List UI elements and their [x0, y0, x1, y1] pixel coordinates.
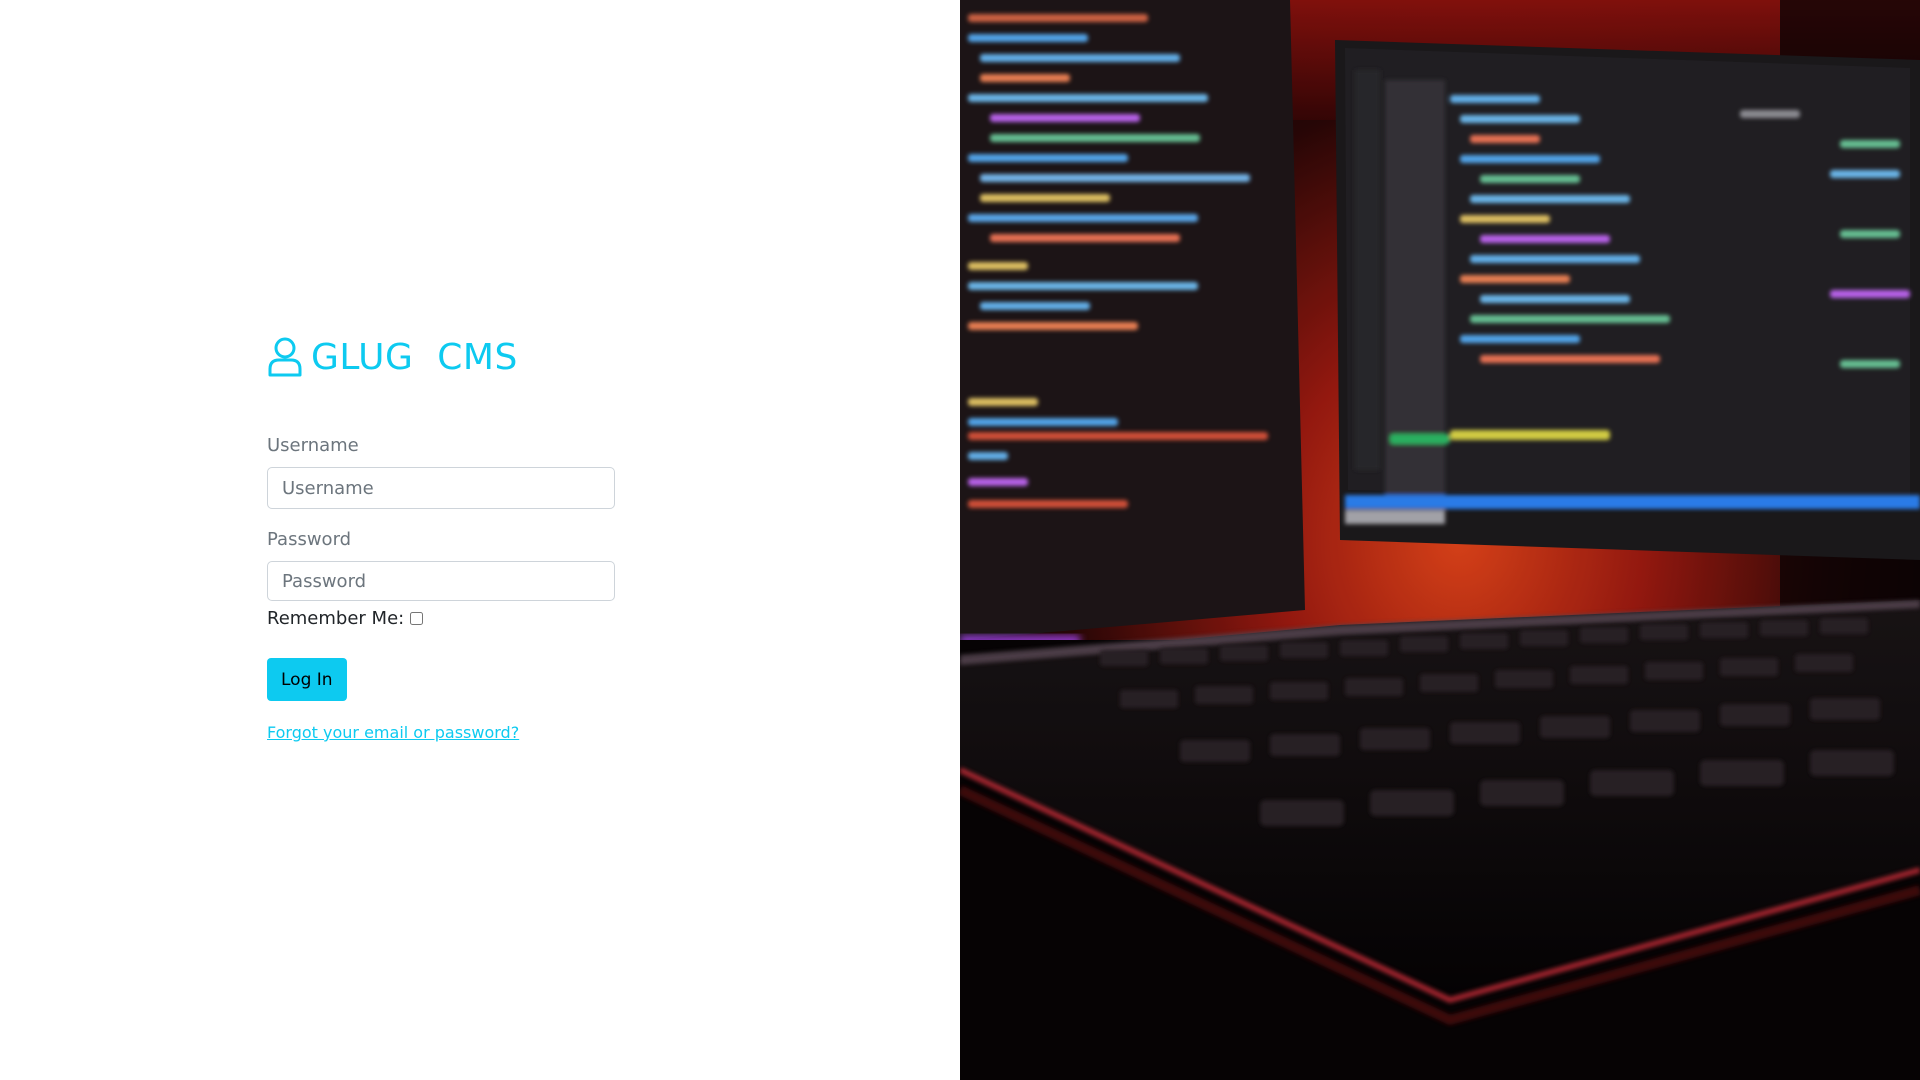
- remember-me-label: Remember Me:: [267, 607, 405, 629]
- remember-me-checkbox[interactable]: [410, 611, 424, 625]
- password-input[interactable]: [267, 561, 615, 601]
- hero-photo: [960, 0, 1920, 1080]
- username-input[interactable]: [267, 467, 615, 509]
- login-page: GLUG CMS Username Password Remember Me: …: [0, 0, 1920, 1080]
- login-button[interactable]: Log In: [267, 658, 347, 701]
- login-panel: GLUG CMS Username Password Remember Me: …: [0, 0, 960, 1080]
- login-form: GLUG CMS Username Password Remember Me: …: [267, 332, 615, 742]
- username-label: Username: [267, 435, 359, 456]
- forgot-password-link[interactable]: Forgot your email or password?: [267, 723, 519, 742]
- hero-image: [960, 0, 1920, 1080]
- brand-header: GLUG CMS: [267, 332, 615, 382]
- remember-me-row: Remember Me:: [267, 604, 615, 632]
- user-icon: [267, 335, 303, 379]
- password-label: Password: [267, 529, 352, 550]
- app-title: GLUG CMS: [311, 336, 518, 378]
